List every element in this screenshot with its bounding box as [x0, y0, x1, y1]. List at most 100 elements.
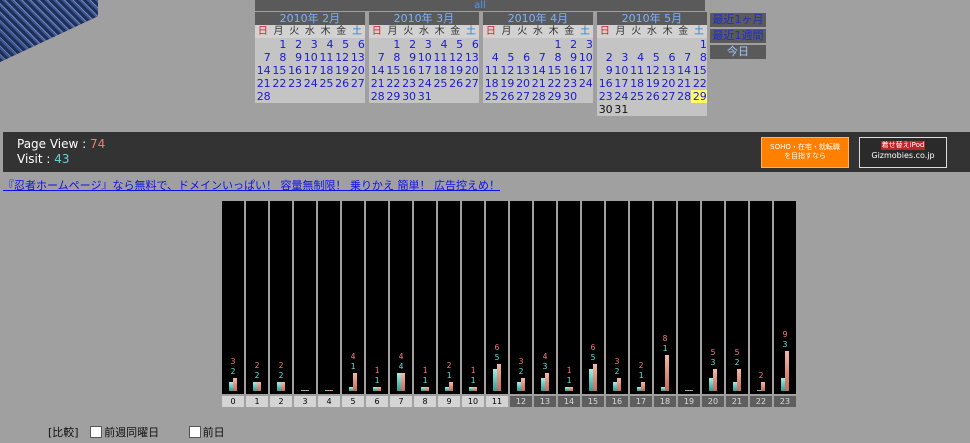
- calendar-day[interactable]: 23: [400, 77, 417, 90]
- calendar-day[interactable]: 26: [644, 90, 660, 103]
- calendar-day[interactable]: 8: [691, 51, 707, 64]
- calendar-day[interactable]: 2: [561, 38, 578, 51]
- calendar-day[interactable]: 12: [447, 51, 464, 64]
- calendar-day[interactable]: 10: [612, 64, 629, 77]
- calendar-day[interactable]: 20: [463, 64, 479, 77]
- calendar-day[interactable]: 24: [612, 90, 629, 103]
- calendar-day[interactable]: 22: [691, 77, 707, 90]
- calendar-day[interactable]: 26: [447, 77, 464, 90]
- calendar-day[interactable]: 27: [349, 77, 365, 90]
- calendar-day[interactable]: 30: [400, 90, 417, 103]
- calendar-day[interactable]: 7: [675, 51, 692, 64]
- calendar-day[interactable]: 21: [530, 77, 546, 90]
- calendar-day[interactable]: 13: [349, 51, 365, 64]
- calendar-day[interactable]: 7: [255, 51, 271, 64]
- calendar-day[interactable]: 27: [659, 90, 676, 103]
- calendar-day[interactable]: 24: [416, 77, 432, 90]
- calendar-day[interactable]: 14: [675, 64, 692, 77]
- calendar-day[interactable]: 14: [255, 64, 271, 77]
- calendar-day[interactable]: 16: [400, 64, 417, 77]
- calendar-day[interactable]: 15: [270, 64, 287, 77]
- calendar-day[interactable]: 12: [498, 64, 515, 77]
- calendar-day[interactable]: 2: [400, 38, 417, 51]
- calendar-day[interactable]: 5: [333, 38, 350, 51]
- calendar-day[interactable]: 4: [431, 38, 448, 51]
- calendar-day[interactable]: 9: [561, 51, 578, 64]
- calendar-day[interactable]: 27: [463, 77, 479, 90]
- calendar-day[interactable]: 12: [644, 64, 660, 77]
- calendar-day[interactable]: 20: [349, 64, 365, 77]
- calendar-day[interactable]: 14: [369, 64, 385, 77]
- soho-ad-banner[interactable]: SOHO・在宅・就転職 を目指すなら: [761, 137, 849, 168]
- calendar-day[interactable]: 28: [530, 90, 546, 103]
- calendar-day[interactable]: 1: [545, 38, 562, 51]
- calendar-day[interactable]: 18: [317, 64, 334, 77]
- calendar-day[interactable]: 29: [691, 90, 707, 103]
- calendar-day[interactable]: 13: [659, 64, 676, 77]
- calendar-day[interactable]: 15: [545, 64, 562, 77]
- calendar-day[interactable]: 25: [317, 77, 334, 90]
- calendar-day[interactable]: 22: [384, 77, 401, 90]
- calendar-day[interactable]: 11: [431, 51, 448, 64]
- calendar-day[interactable]: 16: [286, 64, 303, 77]
- calendar-day[interactable]: 5: [644, 51, 660, 64]
- calendar-day[interactable]: 26: [498, 90, 515, 103]
- calendar-day[interactable]: 19: [498, 77, 515, 90]
- calendar-day[interactable]: 5: [498, 51, 515, 64]
- calendar-day[interactable]: 28: [255, 90, 271, 103]
- calendar-day[interactable]: 8: [545, 51, 562, 64]
- calendar-day[interactable]: 9: [400, 51, 417, 64]
- calendar-day[interactable]: 8: [270, 51, 287, 64]
- calendar-day[interactable]: 17: [416, 64, 432, 77]
- calendar-day[interactable]: 9: [286, 51, 303, 64]
- calendar-day[interactable]: 28: [369, 90, 385, 103]
- calendar-day[interactable]: 7: [530, 51, 546, 64]
- calendar-day[interactable]: 14: [530, 64, 546, 77]
- calendar-day[interactable]: 28: [675, 90, 692, 103]
- gizmo-ad-banner[interactable]: 着せ替えiPod Gizmobies.co.jp: [859, 137, 947, 168]
- calendar-day[interactable]: 11: [483, 64, 499, 77]
- calendar-day[interactable]: 31: [416, 90, 432, 103]
- calendar-day[interactable]: 13: [463, 51, 479, 64]
- calendar-day[interactable]: 1: [691, 38, 707, 51]
- compare-prev-week-checkbox[interactable]: [90, 426, 103, 438]
- calendar-day[interactable]: 18: [628, 77, 645, 90]
- calendar-day[interactable]: 24: [577, 77, 593, 90]
- calendar-day[interactable]: 8: [384, 51, 401, 64]
- calendar-day[interactable]: 3: [302, 38, 318, 51]
- calendar-day[interactable]: 21: [369, 77, 385, 90]
- range-link-week[interactable]: 最近1週間: [710, 29, 766, 43]
- calendar-day[interactable]: 18: [431, 64, 448, 77]
- calendar-day[interactable]: 6: [659, 51, 676, 64]
- calendar-day[interactable]: 2: [597, 51, 613, 64]
- calendar-day[interactable]: 16: [597, 77, 613, 90]
- calendar-day[interactable]: 20: [514, 77, 531, 90]
- calendar-day[interactable]: 6: [514, 51, 531, 64]
- range-link-month[interactable]: 最近1ヶ月: [710, 13, 766, 27]
- calendar-day[interactable]: 23: [286, 77, 303, 90]
- calendar-day[interactable]: 26: [333, 77, 350, 90]
- calendar-day[interactable]: 25: [431, 77, 448, 90]
- calendar-day[interactable]: 4: [628, 51, 645, 64]
- calendar-day[interactable]: 15: [691, 64, 707, 77]
- calendar-day[interactable]: 1: [270, 38, 287, 51]
- calendar-day[interactable]: 11: [317, 51, 334, 64]
- calendar-day[interactable]: 10: [302, 51, 318, 64]
- calendar-day[interactable]: 10: [577, 51, 593, 64]
- calendar-day[interactable]: 20: [659, 77, 676, 90]
- calendar-day[interactable]: 15: [384, 64, 401, 77]
- calendar-day[interactable]: 11: [628, 64, 645, 77]
- calendar-day[interactable]: 23: [597, 90, 613, 103]
- promo-link[interactable]: 『忍者ホームページ』なら無料で、ドメインいっぱい！ 容量無制限！ 乗りかえ 簡単…: [3, 177, 500, 193]
- calendar-day[interactable]: 6: [463, 38, 479, 51]
- calendar-day[interactable]: 4: [317, 38, 334, 51]
- calendar-day[interactable]: 30: [561, 90, 578, 103]
- calendar-day[interactable]: 21: [675, 77, 692, 90]
- calendar-day[interactable]: 3: [416, 38, 432, 51]
- calendar-day[interactable]: 3: [612, 51, 629, 64]
- calendar-day[interactable]: 12: [333, 51, 350, 64]
- calendar-day[interactable]: 2: [286, 38, 303, 51]
- calendar-day[interactable]: 22: [545, 77, 562, 90]
- calendar-day[interactable]: 29: [545, 90, 562, 103]
- calendar-day[interactable]: 13: [514, 64, 531, 77]
